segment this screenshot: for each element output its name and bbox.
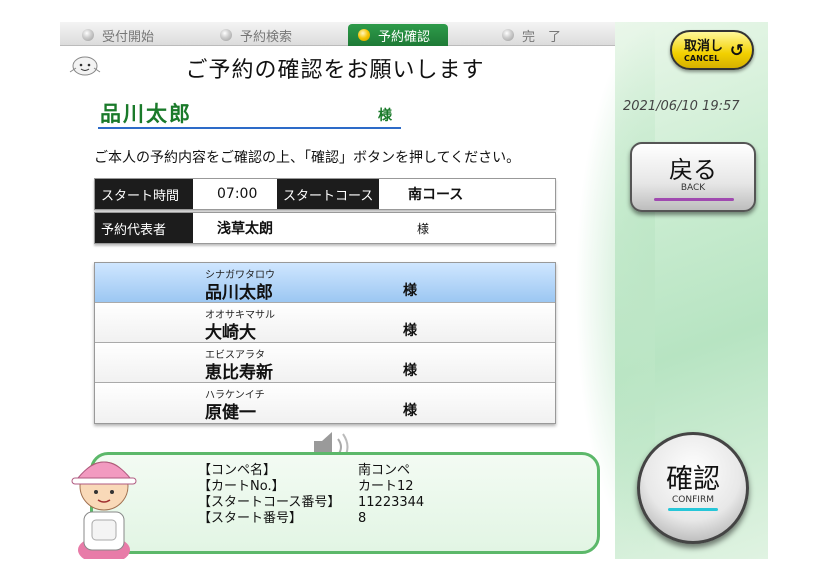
member-name: 恵比寿新 (205, 363, 273, 383)
cancel-label: 取消し (684, 39, 724, 54)
competition-row: 【カートNo.】 カート12 (198, 479, 424, 495)
back-accent-line (654, 198, 734, 201)
mascot-character-icon (71, 461, 137, 559)
step-progress-bar: 受付開始 予約検索 予約確認 完 了 (60, 22, 615, 46)
start-course-label: スタートコース (277, 179, 379, 209)
member-name: 品川太郎 (205, 283, 273, 303)
member-name: 原健一 (205, 403, 256, 423)
confirm-accent-line (668, 508, 718, 511)
competition-info-box: 【コンペ名】 南コンペ 【カートNo.】 カート12 【スタートコース番号】 1… (90, 452, 600, 554)
step-dot-icon (358, 29, 370, 41)
list-item[interactable]: ハラケンイチ 原健一 様 (95, 383, 555, 423)
member-list: シナガワタロウ 品川太郎 様 オオサキマサル 大崎大 様 エビスアラタ 恵比寿新… (94, 262, 556, 424)
competition-row: 【スタートコース番号】 11223344 (198, 495, 424, 511)
competition-row: 【スタート番号】 8 (198, 511, 424, 527)
cancel-sublabel: CANCEL (684, 54, 720, 63)
customer-honorific: 様 (378, 108, 392, 124)
step-complete: 完 了 (502, 25, 561, 45)
competition-key: 【スタートコース番号】 (198, 495, 341, 510)
undo-icon: ↺ (729, 41, 744, 61)
competition-info: 【コンペ名】 南コンペ 【カートNo.】 カート12 【スタートコース番号】 1… (198, 463, 424, 527)
datetime-display: 2021/06/10 19:57 (623, 99, 740, 114)
kiosk-screen: 受付開始 予約検索 予約確認 完 了 ご予約の確認をお願いします 品川太郎 様 … (60, 22, 768, 559)
representative-name: 浅草太朗 (217, 221, 273, 237)
competition-value: 8 (358, 511, 367, 526)
start-time-value: 07:00 (217, 186, 258, 202)
competition-value: 11223344 (358, 495, 425, 510)
list-item[interactable]: オオサキマサル 大崎大 様 (95, 303, 555, 343)
back-label: 戻る (669, 156, 717, 184)
member-honorific: 様 (403, 323, 417, 339)
member-honorific: 様 (403, 363, 417, 379)
step-dot-icon (220, 29, 232, 41)
confirm-sublabel: CONFIRM (672, 495, 714, 505)
competition-row: 【コンペ名】 南コンペ (198, 463, 424, 479)
representative-label: 予約代表者 (95, 213, 193, 243)
start-time-label: スタート時間 (95, 179, 193, 209)
representative-honorific: 様 (417, 221, 430, 236)
step-label: 完 了 (522, 29, 562, 45)
cancel-button[interactable]: 取消し CANCEL ↺ (670, 30, 754, 70)
start-info-row: スタート時間 07:00 スタートコース 南コース (94, 178, 556, 210)
mascot-face-icon (69, 56, 101, 76)
member-name: 大崎大 (205, 323, 256, 343)
back-button[interactable]: 戻る BACK (630, 142, 756, 212)
step-dot-icon (502, 29, 514, 41)
step-label: 予約確認 (378, 29, 431, 45)
competition-value: 南コンペ (358, 463, 411, 478)
member-honorific: 様 (403, 283, 417, 299)
page-title: ご予約の確認をお願いします (185, 58, 485, 83)
step-label: 受付開始 (102, 29, 155, 45)
back-sublabel: BACK (680, 183, 706, 193)
list-item[interactable]: シナガワタロウ 品川太郎 様 (95, 263, 555, 303)
step-reservation-confirm: 予約確認 (348, 24, 449, 46)
representative-row: 予約代表者 浅草太朗 様 (94, 212, 556, 244)
competition-value: カート12 (358, 479, 414, 494)
start-course-value: 南コース (408, 187, 464, 203)
customer-name: 品川太郎 (100, 102, 192, 126)
competition-key: 【コンペ名】 (198, 463, 277, 478)
confirm-label: 確認 (666, 464, 720, 495)
step-reservation-search: 予約検索 (220, 25, 292, 45)
reservation-info-table: スタート時間 07:00 スタートコース 南コース 予約代表者 浅草太朗 様 (94, 178, 556, 246)
name-underline (98, 127, 401, 129)
member-honorific: 様 (403, 403, 417, 419)
step-reception-start: 受付開始 (82, 25, 154, 45)
step-dot-icon (82, 29, 94, 41)
competition-key: 【スタート番号】 (198, 511, 303, 526)
competition-key: 【カートNo.】 (198, 479, 285, 494)
step-label: 予約検索 (240, 29, 293, 45)
list-item[interactable]: エビスアラタ 恵比寿新 様 (95, 343, 555, 383)
instruction-text: ご本人の予約内容をご確認の上、「確認」ボタンを押してください。 (94, 150, 521, 166)
confirm-button[interactable]: 確認 CONFIRM (637, 432, 749, 544)
